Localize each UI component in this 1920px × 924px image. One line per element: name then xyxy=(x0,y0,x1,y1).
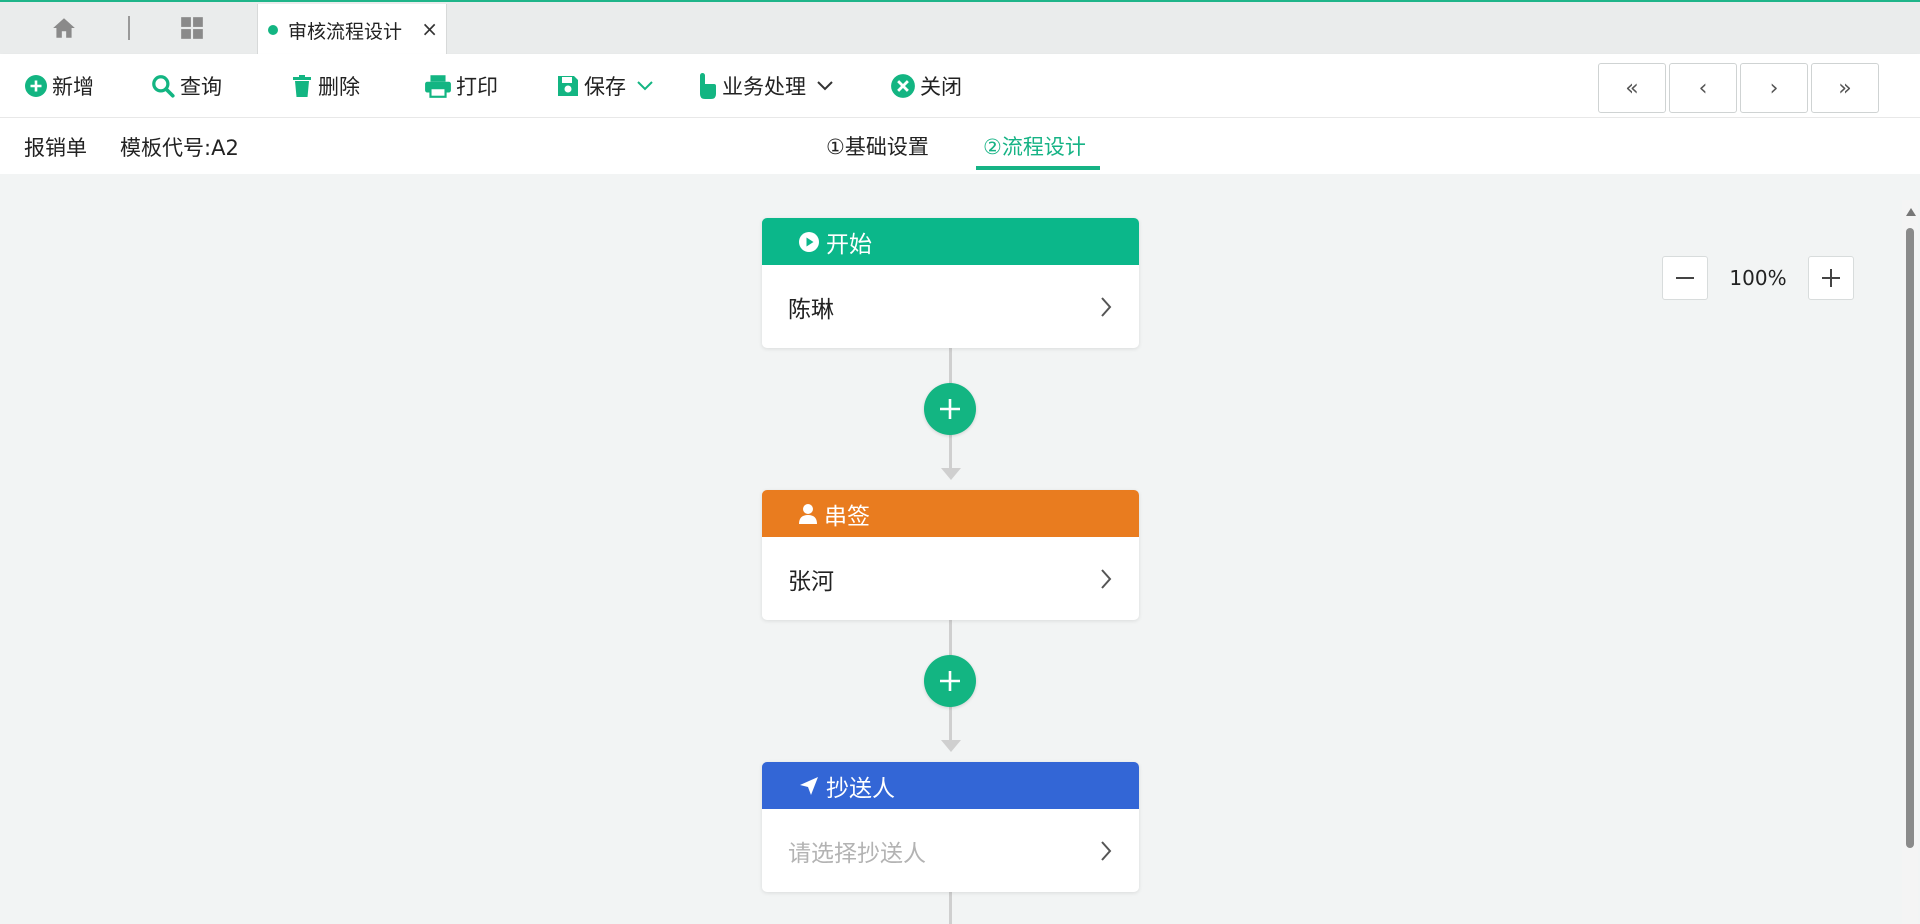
node-header: 串签 xyxy=(762,490,1139,537)
step-basic-settings[interactable]: ①基础设置 xyxy=(826,131,929,161)
save-label: 保存 xyxy=(584,75,626,99)
node-header: 开始 xyxy=(762,218,1139,265)
node-body[interactable]: 请选择抄送人 xyxy=(762,809,1139,892)
node-assignee: 陈琳 xyxy=(788,296,834,323)
template-code: 模板代号:A2 xyxy=(120,136,239,160)
add-label: 新增 xyxy=(52,75,94,99)
delete-button[interactable]: 删除 xyxy=(290,54,360,118)
query-label: 查询 xyxy=(180,75,222,99)
scroll-up-arrow-icon[interactable] xyxy=(1906,208,1916,216)
pointer-hand-icon xyxy=(700,73,716,99)
print-button[interactable]: 打印 xyxy=(424,54,498,118)
chevron-right-icon xyxy=(1101,568,1112,589)
plus-icon xyxy=(940,671,960,691)
query-button[interactable]: 查询 xyxy=(150,54,222,118)
node-header: 抄送人 xyxy=(762,762,1139,809)
search-icon xyxy=(152,75,175,98)
active-step-indicator xyxy=(976,166,1100,170)
plus-icon xyxy=(1822,269,1840,287)
send-icon xyxy=(800,776,818,795)
close-circle-icon xyxy=(891,74,915,98)
form-name: 报销单 xyxy=(24,136,87,160)
zoom-level: 100% xyxy=(1729,266,1787,290)
plus-circle-icon xyxy=(25,75,47,97)
play-icon xyxy=(799,231,819,252)
node-assignee: 张河 xyxy=(788,568,834,595)
node-title: 串签 xyxy=(824,503,870,530)
apps-tab[interactable] xyxy=(168,10,216,46)
grid-icon xyxy=(181,17,203,39)
home-tab[interactable] xyxy=(40,10,88,46)
chevron-right-icon xyxy=(1101,296,1112,317)
connector-line xyxy=(949,892,952,924)
minus-icon xyxy=(1676,277,1694,279)
tab-bar: 审核流程设计 × xyxy=(0,0,1920,56)
last-record-button[interactable]: » xyxy=(1811,63,1879,113)
home-icon xyxy=(53,18,75,38)
close-label: 关闭 xyxy=(920,75,962,99)
trash-icon xyxy=(293,75,311,97)
toolbar: 新增 查询 删除 打印 保存 业务处理 关闭 « ‹ › » xyxy=(0,54,1920,118)
chevron-down-icon[interactable] xyxy=(636,80,654,92)
node-placeholder: 请选择抄送人 xyxy=(788,840,926,867)
zoom-in-button[interactable] xyxy=(1808,256,1854,300)
flow-node-cc: 抄送人 请选择抄送人 xyxy=(762,762,1139,892)
close-button[interactable]: 关闭 xyxy=(890,54,962,118)
close-tab-icon[interactable]: × xyxy=(421,17,438,41)
tab-title: 审核流程设计 xyxy=(288,20,403,43)
delete-label: 删除 xyxy=(318,75,360,99)
step-workflow-design[interactable]: ②流程设计 xyxy=(983,131,1086,161)
arrow-down-icon xyxy=(941,740,961,752)
first-record-button[interactable]: « xyxy=(1598,63,1666,113)
tab-workflow-design[interactable]: 审核流程设计 × xyxy=(257,4,447,56)
print-label: 打印 xyxy=(456,75,498,99)
flow-node-approver: 串签 张河 xyxy=(762,490,1139,620)
chevron-down-icon[interactable] xyxy=(816,80,834,92)
business-label: 业务处理 xyxy=(722,75,806,99)
zoom-control: 100% xyxy=(1662,256,1854,300)
save-button[interactable]: 保存 xyxy=(556,54,658,118)
add-node-button[interactable] xyxy=(924,383,976,435)
business-processing-button[interactable]: 业务处理 xyxy=(696,54,838,118)
plus-icon xyxy=(940,399,960,419)
chevron-right-icon xyxy=(1101,840,1112,861)
next-record-button[interactable]: › xyxy=(1740,63,1808,113)
node-body[interactable]: 陈琳 xyxy=(762,265,1139,348)
form-header: 报销单 模板代号:A2 ①基础设置 ②流程设计 xyxy=(0,118,1920,174)
printer-icon xyxy=(425,75,451,98)
add-node-button[interactable] xyxy=(924,655,976,707)
node-title: 抄送人 xyxy=(826,775,895,802)
zoom-out-button[interactable] xyxy=(1662,256,1708,300)
record-navigation: « ‹ › » xyxy=(1598,63,1879,113)
add-button[interactable]: 新增 xyxy=(24,54,94,118)
previous-record-button[interactable]: ‹ xyxy=(1669,63,1737,113)
scroll-thumb[interactable] xyxy=(1906,228,1914,848)
user-icon xyxy=(799,503,817,524)
flow-node-start: 开始 陈琳 xyxy=(762,218,1139,348)
arrow-down-icon xyxy=(941,468,961,480)
floppy-disk-icon xyxy=(558,76,578,96)
node-body[interactable]: 张河 xyxy=(762,537,1139,620)
node-title: 开始 xyxy=(826,231,872,258)
tab-divider xyxy=(128,16,130,40)
active-dot-icon xyxy=(268,25,278,35)
vertical-scrollbar[interactable] xyxy=(1902,200,1918,924)
